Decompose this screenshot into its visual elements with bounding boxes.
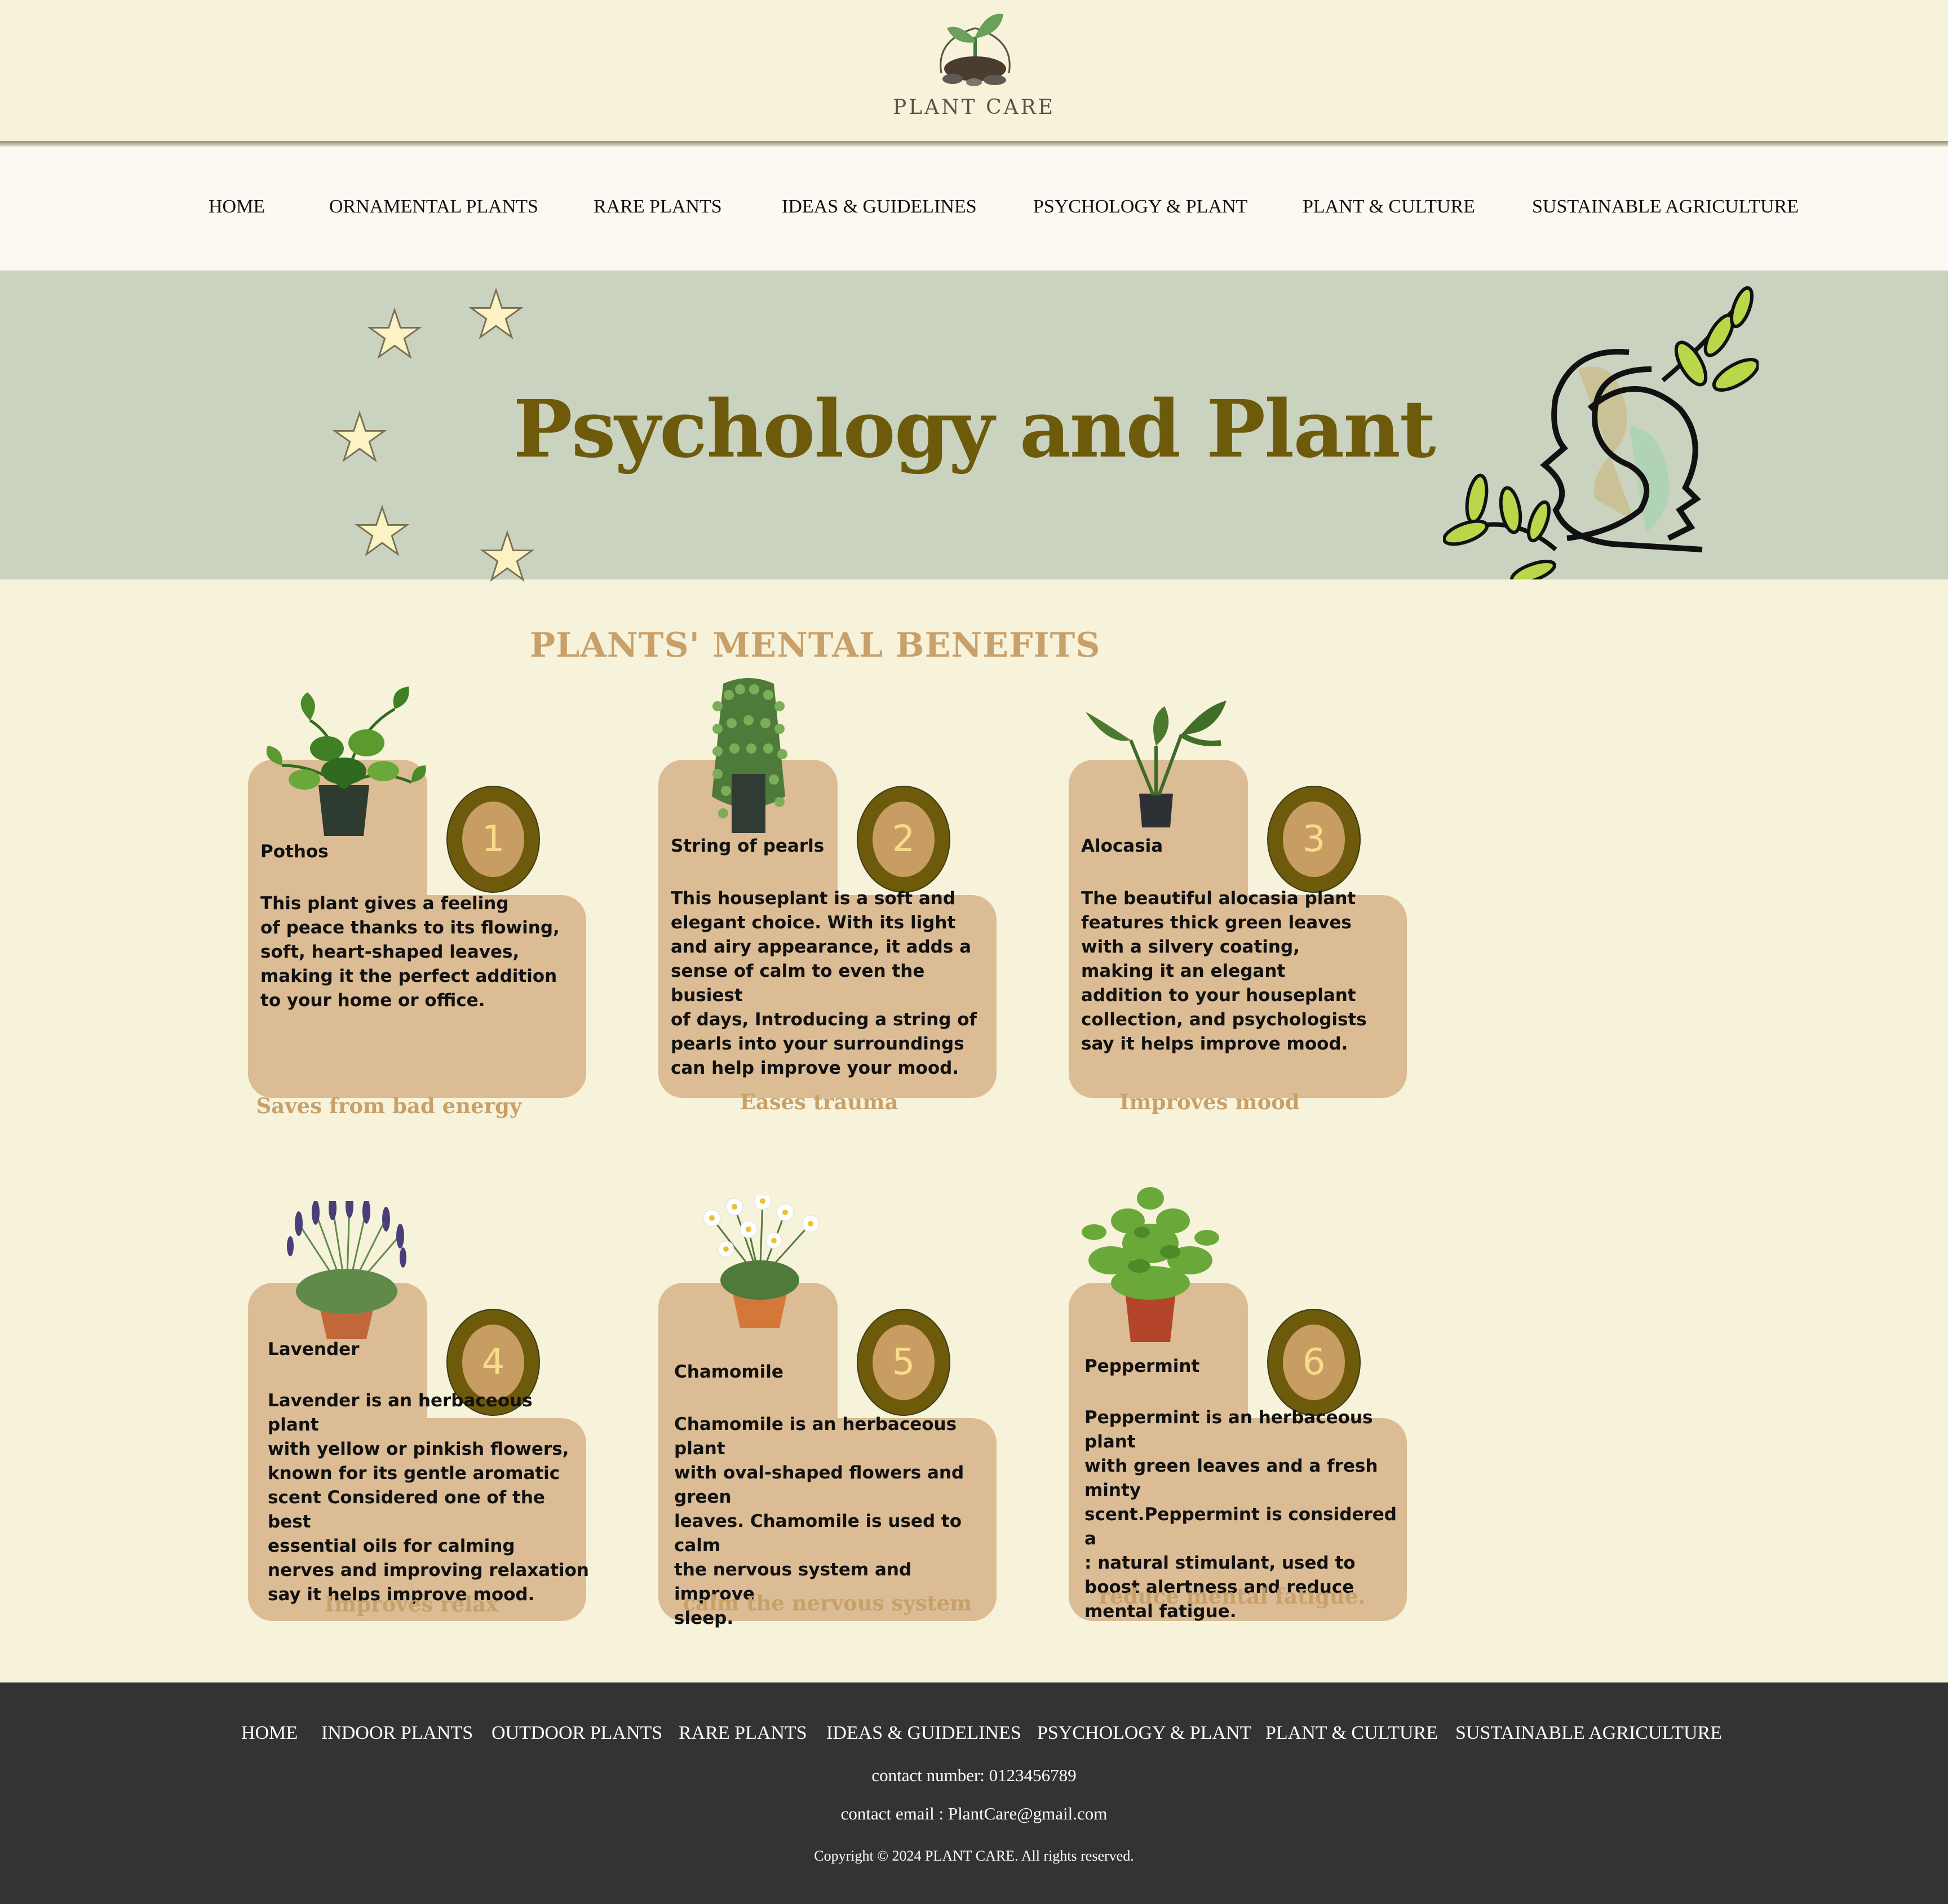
benefit-card[interactable]: 1 Pothos This plant gives a feeling of p… [248,687,586,1118]
string-of-pearls-plant-icon [712,678,787,833]
chamomile-plant-icon [703,1195,820,1328]
card-plant-name: String of pearls [671,836,825,856]
footer-nav-outdoor-plants[interactable]: OUTDOOR PLANTS [492,1723,662,1744]
nav-ornamental-plants[interactable]: ORNAMENTAL PLANTS [329,196,538,218]
contact-email[interactable]: contact email : PlantCare@gmail.com [0,1804,1948,1824]
card-benefit: Saves from bad energy [256,1093,522,1118]
footer-nav-sustainable-agriculture[interactable]: SUSTAINABLE AGRICULTURE [1455,1723,1722,1744]
section-title: PLANTS' MENTAL BENEFITS [530,626,1101,665]
footer-nav-psychology-plant[interactable]: PSYCHOLOGY & PLANT [1037,1723,1251,1744]
card-plant-name: Chamomile [674,1362,783,1382]
footer-nav-rare-plants[interactable]: RARE PLANTS [679,1723,807,1744]
card-number-badge: 6 [1267,1309,1361,1416]
card-benefit: Improves mood [1119,1090,1300,1114]
card-description: Lavender is an herbaceous plant with yel… [268,1391,590,1605]
face-with-leaves-illustration [1443,286,1759,579]
nav-home[interactable]: HOME [209,196,265,218]
card-number-badge: 3 [1267,786,1361,893]
benefit-card[interactable]: 3 Alocasia The beautiful alocasia plant … [1069,701,1407,1114]
card-number-badge: 2 [857,786,950,893]
card-plant-name: Lavender [268,1339,360,1360]
nav-ideas-guidelines[interactable]: IDEAS & GUIDELINES [782,196,977,218]
alocasia-plant-icon [1086,701,1227,827]
contact-number: contact number: 0123456789 [871,1765,1077,1785]
footer-nav-home[interactable]: HOME [241,1723,298,1744]
card-description: This houseplant is a soft and elegant ch… [671,888,977,1078]
copyright: Copyright © 2024 PLANT CARE. All rights … [814,1848,1134,1864]
star-icon [469,287,523,340]
lavender-plant-icon [287,1201,406,1339]
card-plant-name: Peppermint [1084,1356,1200,1376]
peppermint-plant-icon [1082,1187,1219,1342]
footer-nav-indoor-plants[interactable]: INDOOR PLANTS [321,1723,473,1744]
plant-care-logo-icon[interactable] [924,6,1026,93]
brand-name[interactable]: PLANT CARE [0,96,1948,119]
benefit-card[interactable]: 6 Peppermint Peppermint is an herbaceous… [1069,1187,1407,1622]
card-benefit: Eases trauma [740,1090,898,1114]
pothos-plant-icon [266,687,426,836]
footer-nav-ideas-guidelines[interactable]: IDEAS & GUIDELINES [826,1723,1021,1744]
site-footer [0,1682,1948,1904]
star-icon [368,307,422,360]
nav-psychology-plant[interactable]: PSYCHOLOGY & PLANT [1033,196,1247,218]
benefit-card[interactable]: 4 Lavender Lavender is an herbaceous pla… [248,1201,590,1621]
card-benefit: Improves relax [324,1592,499,1617]
card-description: This plant gives a feeling of peace than… [260,893,560,1011]
card-plant-name: Alocasia [1081,836,1163,856]
card-description: The beautiful alocasia plant features th… [1081,888,1367,1054]
benefit-card[interactable]: 5 Chamomile Chamomile is an herbaceous p… [658,1195,997,1628]
card-number-badge: 5 [857,1309,950,1416]
nav-plant-culture[interactable]: PLANT & CULTURE [1303,196,1475,218]
nav-rare-plants[interactable]: RARE PLANTS [594,196,722,218]
star-icon [355,504,409,557]
card-benefit: calm the nervous system [683,1591,972,1615]
benefit-card[interactable]: 2 String of pearls This houseplant is a … [658,678,997,1114]
nav-sustainable-agriculture[interactable]: SUSTAINABLE AGRICULTURE [1532,196,1799,218]
card-benefit: reduce mental fatigue. [1099,1584,1366,1609]
star-icon [480,530,534,582]
card-plant-name: Pothos [260,842,329,862]
footer-nav-plant-culture[interactable]: PLANT & CULTURE [1265,1723,1438,1744]
card-number-badge: 1 [446,786,540,893]
